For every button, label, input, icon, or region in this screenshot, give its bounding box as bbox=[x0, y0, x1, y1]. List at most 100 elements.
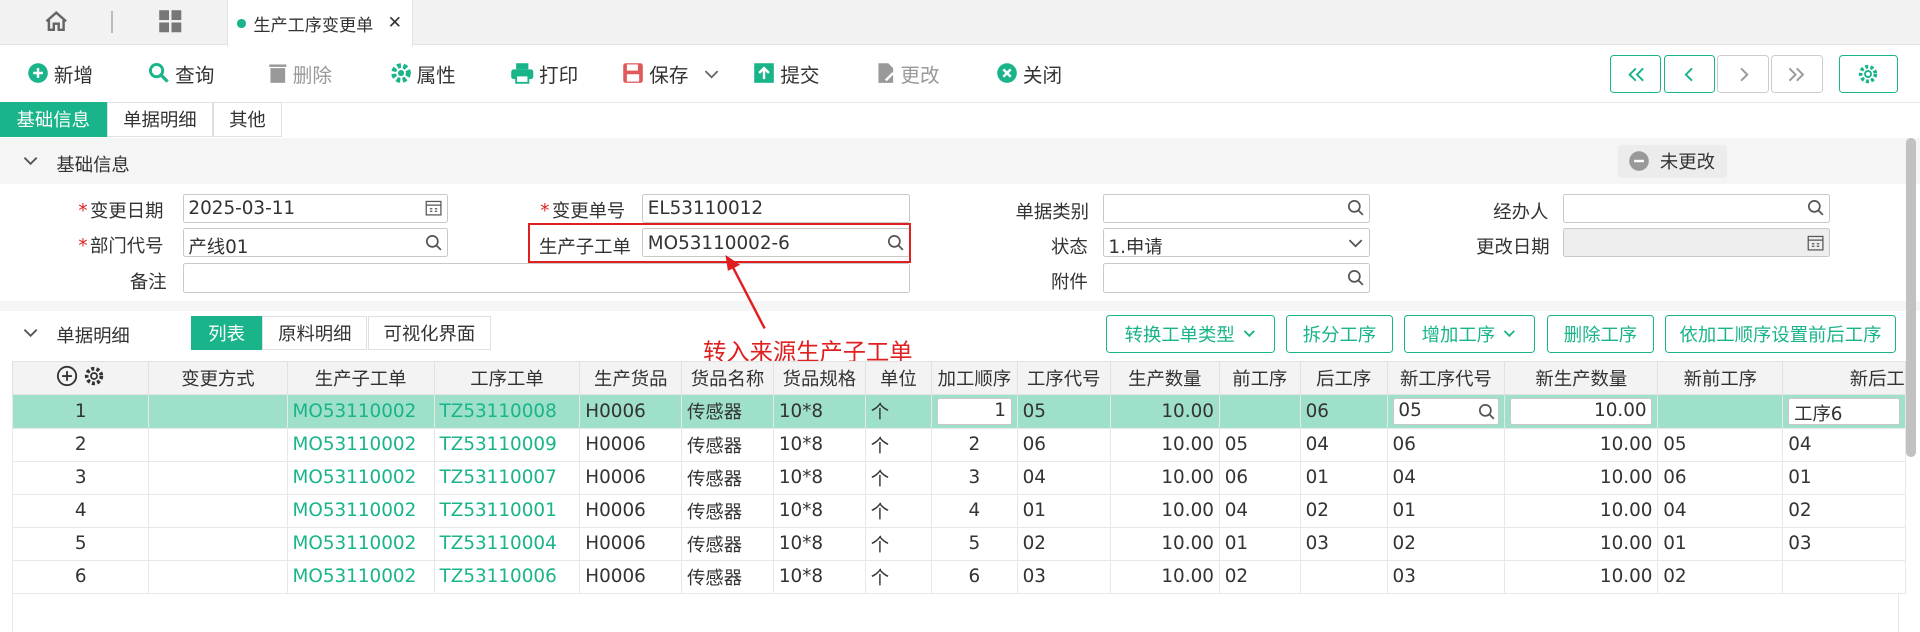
column-header[interactable]: 后工序 bbox=[1299, 361, 1388, 396]
search-icon[interactable] bbox=[1347, 199, 1364, 216]
column-header[interactable]: 工序代号 bbox=[1016, 361, 1111, 396]
tab-other[interactable]: 其他 bbox=[213, 101, 282, 138]
new-process-code-cell[interactable]: 04 bbox=[1386, 460, 1506, 495]
new-quantity-cell[interactable]: 10.00 bbox=[1504, 559, 1659, 594]
grid-icon[interactable] bbox=[158, 9, 183, 34]
prev-record-button[interactable] bbox=[1663, 55, 1715, 94]
next-record-button[interactable] bbox=[1717, 55, 1769, 94]
handler-field[interactable] bbox=[1563, 193, 1831, 223]
search-icon[interactable] bbox=[425, 234, 442, 251]
table-row[interactable]: 2 MO53110002 TZ53110009 H0006 传感器 10*8 个… bbox=[12, 427, 1906, 462]
new-next-process-input[interactable]: 工序6 bbox=[1788, 398, 1900, 425]
new-next-process-cell[interactable]: 工序6 bbox=[1782, 394, 1906, 429]
new-process-code-cell[interactable]: 01 bbox=[1386, 493, 1506, 528]
sub-order-link[interactable]: MO53110002 bbox=[286, 559, 435, 594]
new-quantity-cell[interactable]: 10.00 bbox=[1504, 493, 1659, 528]
sequence-cell[interactable]: 2 bbox=[930, 427, 1018, 462]
new-prev-process-cell[interactable]: 05 bbox=[1657, 427, 1784, 462]
process-order-link[interactable]: TZ53110004 bbox=[433, 526, 581, 561]
new-next-process-cell[interactable]: 04 bbox=[1782, 427, 1906, 462]
change-mode-cell[interactable] bbox=[148, 559, 288, 594]
tab-material-detail[interactable]: 原料明细 bbox=[262, 316, 368, 351]
column-settings-icon[interactable] bbox=[83, 365, 105, 387]
sequence-input[interactable]: 1 bbox=[936, 398, 1012, 425]
column-header[interactable]: 工序工单 bbox=[433, 361, 581, 396]
process-order-link[interactable]: TZ53110007 bbox=[433, 460, 581, 495]
delete-process-button[interactable]: 删除工序 bbox=[1547, 314, 1654, 353]
column-header[interactable]: 新后工 bbox=[1782, 361, 1906, 396]
tab-basic-info[interactable]: 基础信息 bbox=[0, 101, 107, 138]
sequence-cell[interactable]: 1 bbox=[930, 394, 1018, 429]
submit-button[interactable]: 提交 bbox=[753, 59, 820, 88]
column-header[interactable]: 前工序 bbox=[1218, 361, 1301, 396]
column-header[interactable]: 货品名称 bbox=[681, 361, 774, 396]
modify-button[interactable]: 更改 bbox=[876, 59, 940, 88]
change-mode-cell[interactable] bbox=[148, 493, 288, 528]
new-process-code-cell[interactable]: 06 bbox=[1386, 427, 1506, 462]
table-row[interactable]: 1 MO53110002 TZ53110008 H0006 传感器 10*8 个… bbox=[12, 394, 1906, 429]
save-button[interactable]: 保存 bbox=[622, 59, 725, 88]
process-order-link[interactable]: TZ53110001 bbox=[433, 493, 581, 528]
new-next-process-cell[interactable] bbox=[1782, 559, 1906, 594]
change-mode-cell[interactable] bbox=[148, 394, 288, 429]
convert-order-type-button[interactable]: 转换工单类型 bbox=[1106, 314, 1276, 353]
new-next-process-cell[interactable]: 03 bbox=[1782, 526, 1906, 561]
column-header[interactable]: 变更方式 bbox=[148, 361, 288, 396]
collapse-chevron-icon[interactable] bbox=[22, 154, 39, 169]
new-prev-process-cell[interactable]: 06 bbox=[1657, 460, 1784, 495]
process-order-link[interactable]: TZ53110006 bbox=[433, 559, 581, 594]
sub-order-link[interactable]: MO53110002 bbox=[286, 526, 435, 561]
dept-field[interactable]: 产线01 bbox=[182, 227, 449, 258]
table-row[interactable]: 3 MO53110002 TZ53110007 H0006 传感器 10*8 个… bbox=[12, 460, 1906, 495]
column-header[interactable]: 新前工序 bbox=[1657, 361, 1784, 396]
sequence-cell[interactable]: 6 bbox=[930, 559, 1018, 594]
new-quantity-cell[interactable]: 10.00 bbox=[1504, 460, 1659, 495]
new-button[interactable]: 新增 bbox=[27, 59, 93, 88]
chevron-down-icon[interactable] bbox=[1347, 234, 1364, 251]
change-date-field[interactable]: 2025-03-11 bbox=[182, 193, 449, 223]
new-process-code-input[interactable]: 05 bbox=[1392, 398, 1500, 425]
change-no-field[interactable]: EL53110012 bbox=[641, 193, 911, 223]
first-record-button[interactable] bbox=[1609, 55, 1662, 94]
sequence-cell[interactable]: 5 bbox=[930, 526, 1018, 561]
last-record-button[interactable] bbox=[1771, 55, 1823, 94]
sequence-cell[interactable]: 3 bbox=[930, 460, 1018, 495]
column-header[interactable]: 生产数量 bbox=[1109, 361, 1220, 396]
add-process-button[interactable]: 增加工序 bbox=[1403, 314, 1535, 353]
sub-order-link[interactable]: MO53110002 bbox=[286, 460, 435, 495]
new-quantity-cell[interactable]: 10.00 bbox=[1504, 526, 1659, 561]
close-tab-icon[interactable]: ✕ bbox=[388, 13, 402, 33]
column-header[interactable]: 新工序代号 bbox=[1386, 361, 1506, 396]
new-process-code-cell[interactable]: 05 bbox=[1386, 394, 1506, 429]
close-button[interactable]: 关闭 bbox=[996, 59, 1062, 88]
sub-order-link[interactable]: MO53110002 bbox=[286, 493, 435, 528]
sub-order-link[interactable]: MO53110002 bbox=[286, 394, 435, 429]
process-order-link[interactable]: TZ53110009 bbox=[433, 427, 581, 462]
change-mode-cell[interactable] bbox=[148, 460, 288, 495]
new-prev-process-cell[interactable]: 04 bbox=[1657, 493, 1784, 528]
settings-button[interactable] bbox=[1838, 55, 1898, 94]
tab-list[interactable]: 列表 bbox=[191, 316, 263, 351]
new-next-process-cell[interactable]: 01 bbox=[1782, 460, 1906, 495]
set-prev-next-process-button[interactable]: 依加工顺序设置前后工序 bbox=[1664, 314, 1897, 353]
column-header[interactable]: 生产子工单 bbox=[286, 361, 435, 396]
new-quantity-cell[interactable]: 10.00 bbox=[1504, 427, 1659, 462]
new-quantity-cell[interactable]: 10.00 bbox=[1504, 394, 1659, 429]
column-header[interactable]: 新生产数量 bbox=[1504, 361, 1659, 396]
remark-field[interactable] bbox=[182, 263, 911, 293]
column-header[interactable]: 货品规格 bbox=[772, 361, 866, 396]
table-row[interactable]: 6 MO53110002 TZ53110006 H0006 传感器 10*8 个… bbox=[12, 559, 1906, 594]
tab-production-change[interactable]: 生产工序变更单 ✕ bbox=[226, 0, 413, 47]
calendar-icon[interactable] bbox=[425, 199, 442, 216]
delete-button[interactable]: 删除 bbox=[268, 59, 332, 88]
new-prev-process-cell[interactable]: 02 bbox=[1657, 559, 1784, 594]
print-button[interactable]: 打印 bbox=[510, 59, 578, 88]
new-next-process-cell[interactable]: 02 bbox=[1782, 493, 1906, 528]
change-mode-cell[interactable] bbox=[148, 526, 288, 561]
collapse-chevron-icon[interactable] bbox=[22, 326, 39, 341]
doc-type-field[interactable] bbox=[1102, 193, 1370, 223]
column-header[interactable]: 单位 bbox=[864, 361, 932, 396]
new-quantity-input[interactable]: 10.00 bbox=[1510, 398, 1653, 425]
search-icon[interactable] bbox=[1347, 269, 1364, 286]
process-order-link[interactable]: TZ53110008 bbox=[433, 394, 581, 429]
